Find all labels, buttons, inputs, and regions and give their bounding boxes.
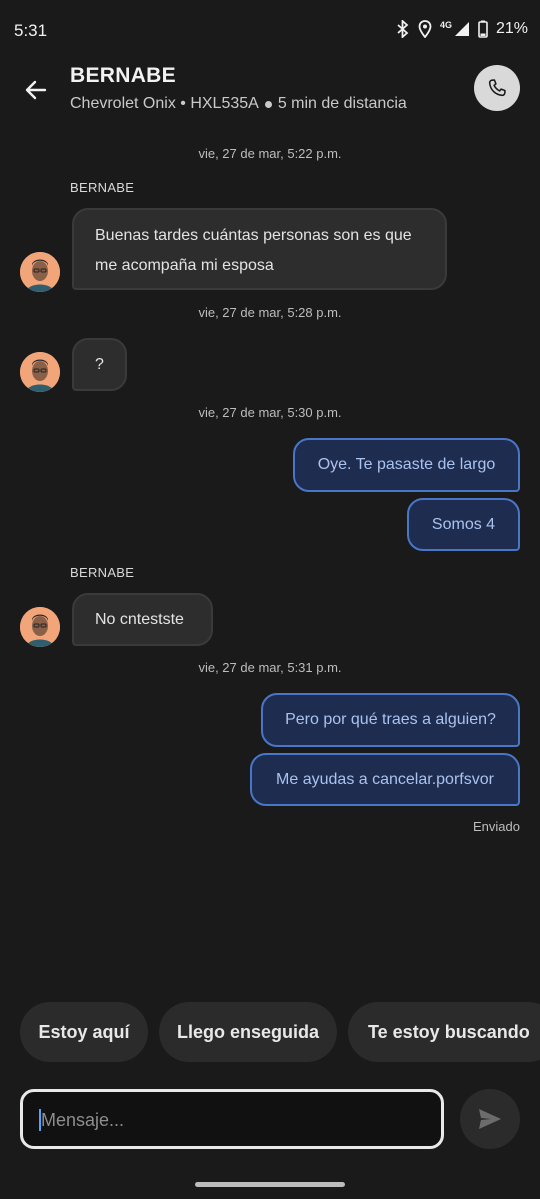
- message-input[interactable]: [39, 1092, 423, 1148]
- back-button[interactable]: [18, 72, 54, 108]
- message-text-line: Buenas tardes cuántas personas son es qu…: [95, 227, 412, 244]
- home-indicator[interactable]: [195, 1182, 345, 1187]
- message-text: Me ayudas a cancelar.porfsvor: [276, 770, 494, 788]
- bluetooth-icon: [396, 20, 410, 38]
- incoming-message: ?: [72, 338, 127, 391]
- phone-icon: [488, 79, 506, 97]
- text-caret: [39, 1109, 41, 1131]
- call-button[interactable]: [474, 65, 520, 111]
- send-icon: [479, 1109, 501, 1129]
- sender-name: BERNABE: [70, 565, 135, 580]
- outgoing-message: Oye. Te pasaste de largo: [293, 438, 520, 492]
- message-timestamp: vie, 27 de mar, 5:31 p.m.: [198, 660, 342, 675]
- quick-reply-chip[interactable]: Te estoy buscando: [348, 1002, 540, 1062]
- signal-icon: [454, 21, 470, 37]
- battery-percent: 21%: [495, 20, 528, 37]
- driver-avatar: [20, 352, 60, 392]
- outgoing-message: Somos 4: [407, 498, 520, 551]
- driver-avatar: [20, 252, 60, 292]
- trip-info: Chevrolet Onix • HXL535A 5 min de distan…: [70, 95, 407, 113]
- message-text-line: me acompaña mi esposa: [95, 257, 274, 274]
- message-text: No cntestste: [95, 610, 184, 628]
- outgoing-message: Me ayudas a cancelar.porfsvor: [250, 753, 520, 806]
- message-text: ?: [95, 355, 104, 373]
- status-bar: 5:31 4G 21%: [0, 0, 540, 62]
- incoming-message: No cntestste: [72, 593, 213, 646]
- quick-reply-chip[interactable]: Llego enseguida: [159, 1002, 337, 1062]
- battery-icon: [478, 20, 488, 38]
- distance-info: 5 min de distancia: [277, 95, 407, 112]
- status-time: 5:31: [14, 21, 48, 40]
- vehicle-info: Chevrolet Onix • HXL535A: [70, 95, 259, 112]
- chat-header: BERNABE Chevrolet Onix • HXL535A 5 min d…: [0, 62, 540, 128]
- separator-dot: [264, 100, 272, 108]
- message-timestamp: vie, 27 de mar, 5:22 p.m.: [198, 146, 342, 161]
- message-timestamp: vie, 27 de mar, 5:30 p.m.: [198, 405, 342, 420]
- sender-name: BERNABE: [70, 180, 135, 195]
- incoming-message: Buenas tardes cuántas personas son es qu…: [72, 208, 447, 290]
- message-text: Oye. Te pasaste de largo: [317, 456, 496, 473]
- message-text: Pero por qué traes a alguien?: [285, 711, 496, 728]
- message-timestamp: vie, 27 de mar, 5:28 p.m.: [198, 305, 342, 320]
- driver-avatar: [20, 607, 60, 647]
- quick-replies: Estoy aquí Llego enseguida Te estoy busc…: [20, 1002, 540, 1062]
- message-text: Somos 4: [431, 515, 496, 533]
- send-button[interactable]: [460, 1089, 520, 1149]
- message-input-box[interactable]: [20, 1089, 444, 1149]
- status-icons: 4G 21%: [396, 20, 528, 38]
- sent-status: Enviado: [473, 819, 520, 834]
- outgoing-message: Pero por qué traes a alguien?: [261, 693, 520, 747]
- driver-name: BERNABE: [70, 64, 176, 87]
- quick-reply-chip[interactable]: Estoy aquí: [20, 1002, 148, 1062]
- arrow-left-icon: [25, 80, 47, 100]
- location-icon: [418, 20, 432, 38]
- network-type: 4G: [439, 20, 452, 30]
